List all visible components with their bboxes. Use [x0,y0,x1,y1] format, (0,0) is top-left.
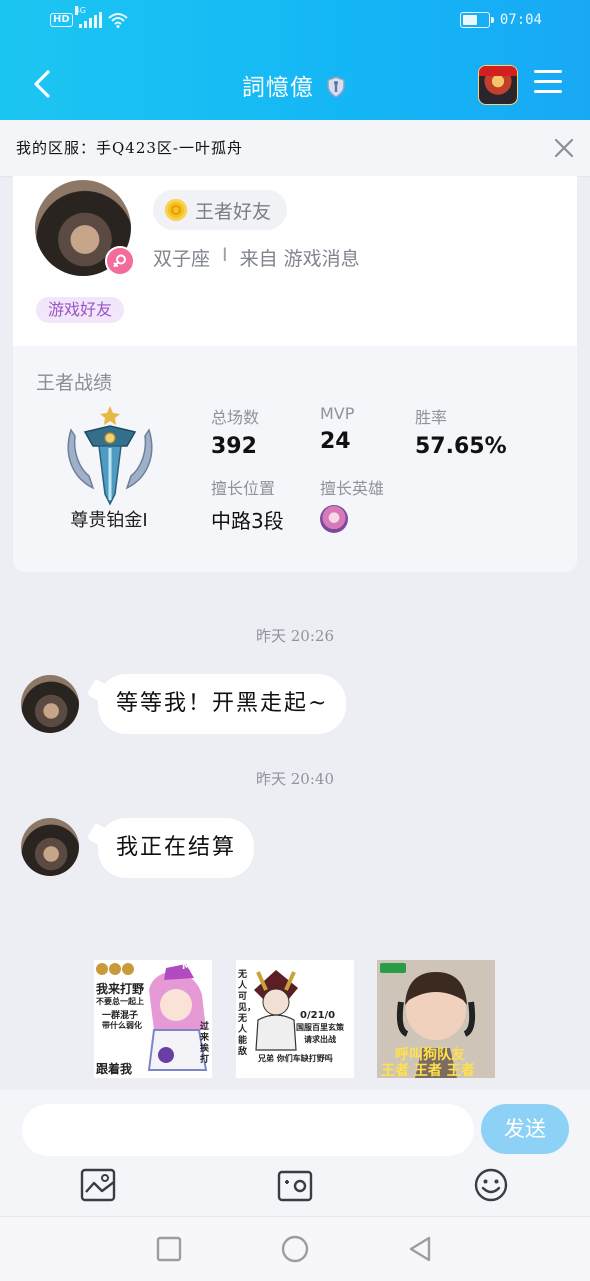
profile-meta: 双子座 I 来自 游戏消息 [153,244,360,271]
friend-source: 来自 游戏消息 [239,248,360,270]
stat-value: 57.65% [415,434,507,459]
stat-hero: 擅长英雄 [320,475,384,533]
wifi-icon [108,13,128,28]
record-title: 王者战绩 [36,372,113,394]
message-bubble[interactable]: 我正在结算 [98,818,255,878]
status-time: 07:04 [499,12,542,28]
avatar[interactable] [21,675,79,733]
message-bubble[interactable]: 等等我！开黑走起~ [98,674,347,734]
meta-separator: I [222,244,228,266]
stat-value: 中路3段 [211,509,284,533]
stat-value: 392 [211,434,257,459]
server-bar: 我的区服：手Q423区-一叶孤舟 [0,120,590,177]
server-info: 我的区服：手Q423区-一叶孤舟 [16,139,243,157]
chat-header: 詞憶億 [0,56,590,112]
sticker-text: 过来挨打 [200,1022,210,1065]
female-gender-icon [105,246,135,276]
send-button[interactable]: 发送 [481,1104,569,1154]
image-icon[interactable] [80,1168,116,1202]
top-bar: HD 4G 07:04 詞憶億 [0,0,590,120]
game-friend-tag: 游戏好友 [36,297,125,323]
back-triangle-icon[interactable] [405,1234,435,1264]
stat-label: 擅长英雄 [320,479,385,498]
sticker-text: 兄弟 你们车缺打野吗 [258,1054,333,1063]
cellular-signal-icon: 4G [74,6,102,28]
coin-icon [165,199,187,221]
status-bar: HD 4G 07:04 [0,6,590,34]
sticker-text: 请求出战 [304,1035,336,1044]
system-nav-bar [0,1216,590,1281]
hd-icon: HD [50,13,73,27]
recent-apps-icon[interactable] [154,1234,184,1264]
stat-position: 擅长位置 中路3段 [211,475,284,534]
message-input[interactable] [22,1104,474,1156]
game-record-card[interactable]: 王者战绩 尊贵铂金I 总场数 392 MVP 24 胜率 57.65% 擅长位置… [13,346,577,572]
message-timestamp: 昨天 20:26 [256,627,334,645]
platinum-rank-emblem-icon [67,406,153,506]
game-hero-icon[interactable] [478,65,518,105]
sticker-suggestion[interactable]: MVP 我来打野 不要总一起上 一群混子 带什么弱化 过来挨打 跟着我 [94,960,212,1078]
message-timestamp: 昨天 20:40 [256,770,334,788]
sticker-text: 国服百里玄策 [296,1023,344,1032]
home-icon[interactable] [280,1234,310,1264]
stat-value: 24 [320,429,351,454]
emoji-icon[interactable] [473,1168,509,1202]
stat-label: 擅长位置 [211,479,276,498]
stat-winrate: 胜率 57.65% [415,404,507,459]
rank-name: 尊贵铂金I [70,510,148,531]
avatar[interactable] [21,818,79,876]
input-bar: 发送 [0,1090,590,1216]
friend-badge-label: 王者好友 [195,200,272,223]
king-friend-badge: 王者好友 [153,190,288,230]
hero-avatar-icon[interactable] [320,505,348,533]
sticker-text: 无人可见，无人能敌 [238,970,257,1057]
stat-mvp: MVP 24 [320,404,354,454]
sticker-text: 王者 王者 王者 [381,1063,475,1078]
sticker-badge: MVP [182,962,205,972]
sticker-text: 带什么弱化 [102,1021,142,1030]
sticker-text: 跟着我 [96,1062,133,1076]
profile-card: 王者好友 双子座 I 来自 游戏消息 游戏好友 [13,176,577,346]
contact-name: 詞憶億 [241,75,314,101]
stat-label: MVP [320,404,355,423]
camera-icon[interactable] [277,1168,313,1202]
sticker-text: 不要总一起上 [96,997,144,1006]
close-icon[interactable] [552,136,576,160]
sticker-suggestion[interactable]: 无人可见，无人能敌 0/21/0 国服百里玄策 请求出战 兄弟 你们车缺打野吗 [236,960,354,1078]
sticker-text: 我来打野 [96,982,145,996]
zodiac: 双子座 [153,248,211,270]
shield-badge-icon [327,76,345,98]
stat-total-games: 总场数 392 [211,404,259,459]
hamburger-icon[interactable] [534,70,562,96]
sticker-suggestion[interactable]: 呼叫狗队友 王者 王者 王者 [377,960,495,1078]
stat-label: 总场数 [211,408,260,427]
stat-label: 胜率 [415,408,448,427]
battery-icon [459,12,494,28]
sticker-text: 0/21/0 [300,1010,336,1021]
